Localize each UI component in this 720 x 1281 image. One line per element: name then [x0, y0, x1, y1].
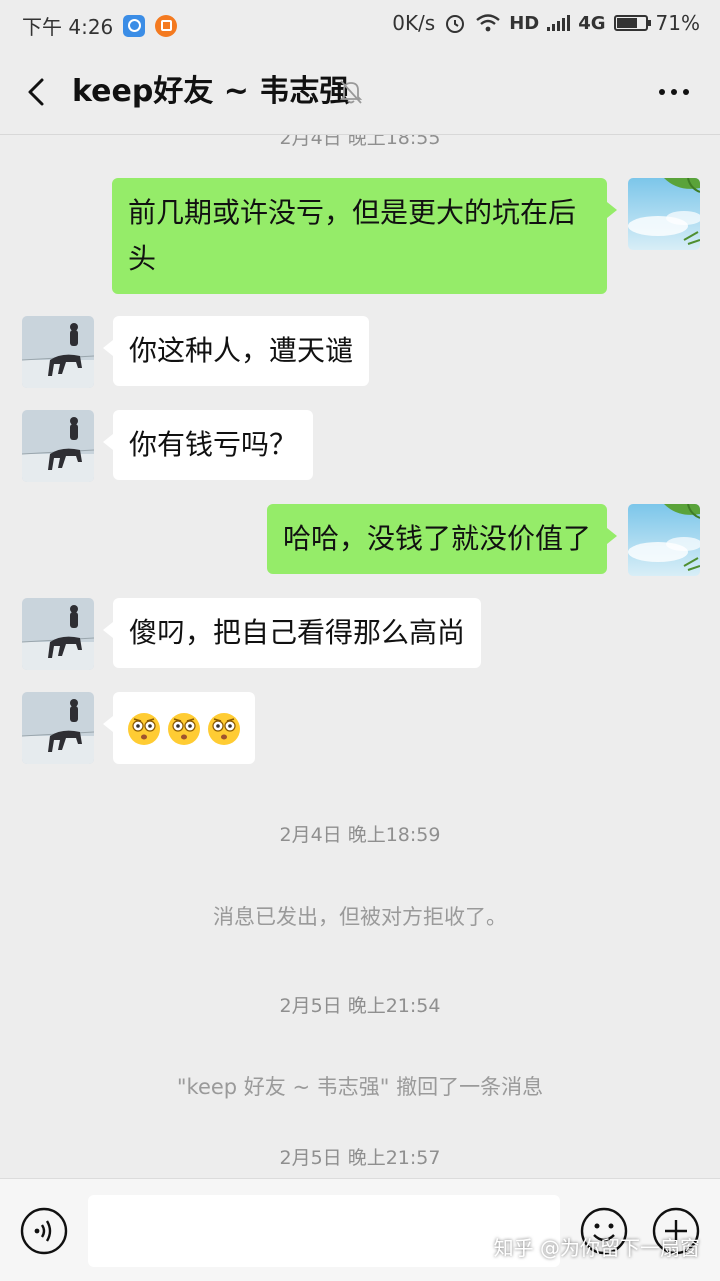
my-avatar[interactable]: [628, 504, 700, 576]
wifi-icon: [476, 14, 500, 32]
timestamp: 2月4日 晚上18:59: [279, 824, 441, 846]
wide-eyed-face-icon: [208, 713, 240, 745]
status-left: 下午 4:26: [22, 11, 178, 40]
battery-percent: 71%: [655, 11, 700, 35]
system-message-recalled: "keep 好友 ~ 韦志强" 撤回了一条消息: [176, 1075, 544, 1099]
muted-bell-icon: [339, 80, 363, 104]
chat-messages[interactable]: 2月4日 晚上18:55 前几期或许没亏，但是更大的坑在后头 你这种人，遭天谴 …: [0, 135, 720, 1178]
message-bubble-friend[interactable]: 你有钱亏吗？: [102, 410, 314, 480]
message-bubble-me[interactable]: 哈哈，没钱了就没价值了: [266, 504, 618, 574]
message-bubble-friend[interactable]: 傻叼，把自己看得那么高尚: [102, 598, 482, 668]
input-bar: [0, 1178, 720, 1281]
battery-icon: [613, 15, 651, 31]
timestamp: 2月5日 晚上21:57: [279, 1147, 441, 1169]
status-right: 0K/s HD 4G 71%: [392, 11, 700, 35]
message-input[interactable]: [88, 1195, 560, 1267]
app-notification-icon: [123, 14, 146, 37]
chat-title: keep好友 ~ 韦志强: [72, 74, 350, 109]
watermark: 知乎 @为你留下一扇窗: [493, 1236, 700, 1260]
chat-header: keep好友 ~ 韦志强: [0, 50, 720, 135]
alarm-icon: [446, 15, 465, 33]
message-bubble-me[interactable]: 前几期或许没亏，但是更大的坑在后头: [112, 178, 617, 294]
back-button[interactable]: [18, 70, 58, 114]
friend-avatar[interactable]: [22, 598, 94, 670]
hd-indicator: HD: [509, 12, 540, 34]
voice-icon: [20, 1207, 68, 1255]
message-bubble-friend-emoji[interactable]: [103, 692, 255, 764]
network-speed: 0K/s: [392, 11, 436, 35]
voice-input-button[interactable]: [20, 1207, 68, 1255]
timestamp: 2月5日 晚上21:54: [279, 995, 441, 1017]
wide-eyed-face-icon: [128, 713, 160, 745]
status-bar: 下午 4:26 0K/s HD 4G 71%: [0, 0, 720, 50]
signal-icon: [547, 15, 571, 31]
network-type: 4G: [578, 12, 606, 34]
timestamp: 2月4日 晚上18:55: [279, 135, 441, 149]
wide-eyed-face-icon: [168, 713, 200, 745]
friend-avatar[interactable]: [22, 692, 94, 764]
chevron-left-icon: [28, 78, 44, 106]
message-bubble-friend[interactable]: 你这种人，遭天谴: [102, 316, 370, 386]
my-avatar[interactable]: [628, 178, 700, 250]
friend-avatar[interactable]: [22, 316, 94, 388]
clock: 下午 4:26: [22, 15, 114, 39]
system-message-rejected: 消息已发出，但被对方拒收了。: [213, 905, 507, 929]
friend-avatar[interactable]: [22, 410, 94, 482]
app-notification-icon: [155, 14, 178, 37]
more-options-button[interactable]: [654, 80, 694, 104]
